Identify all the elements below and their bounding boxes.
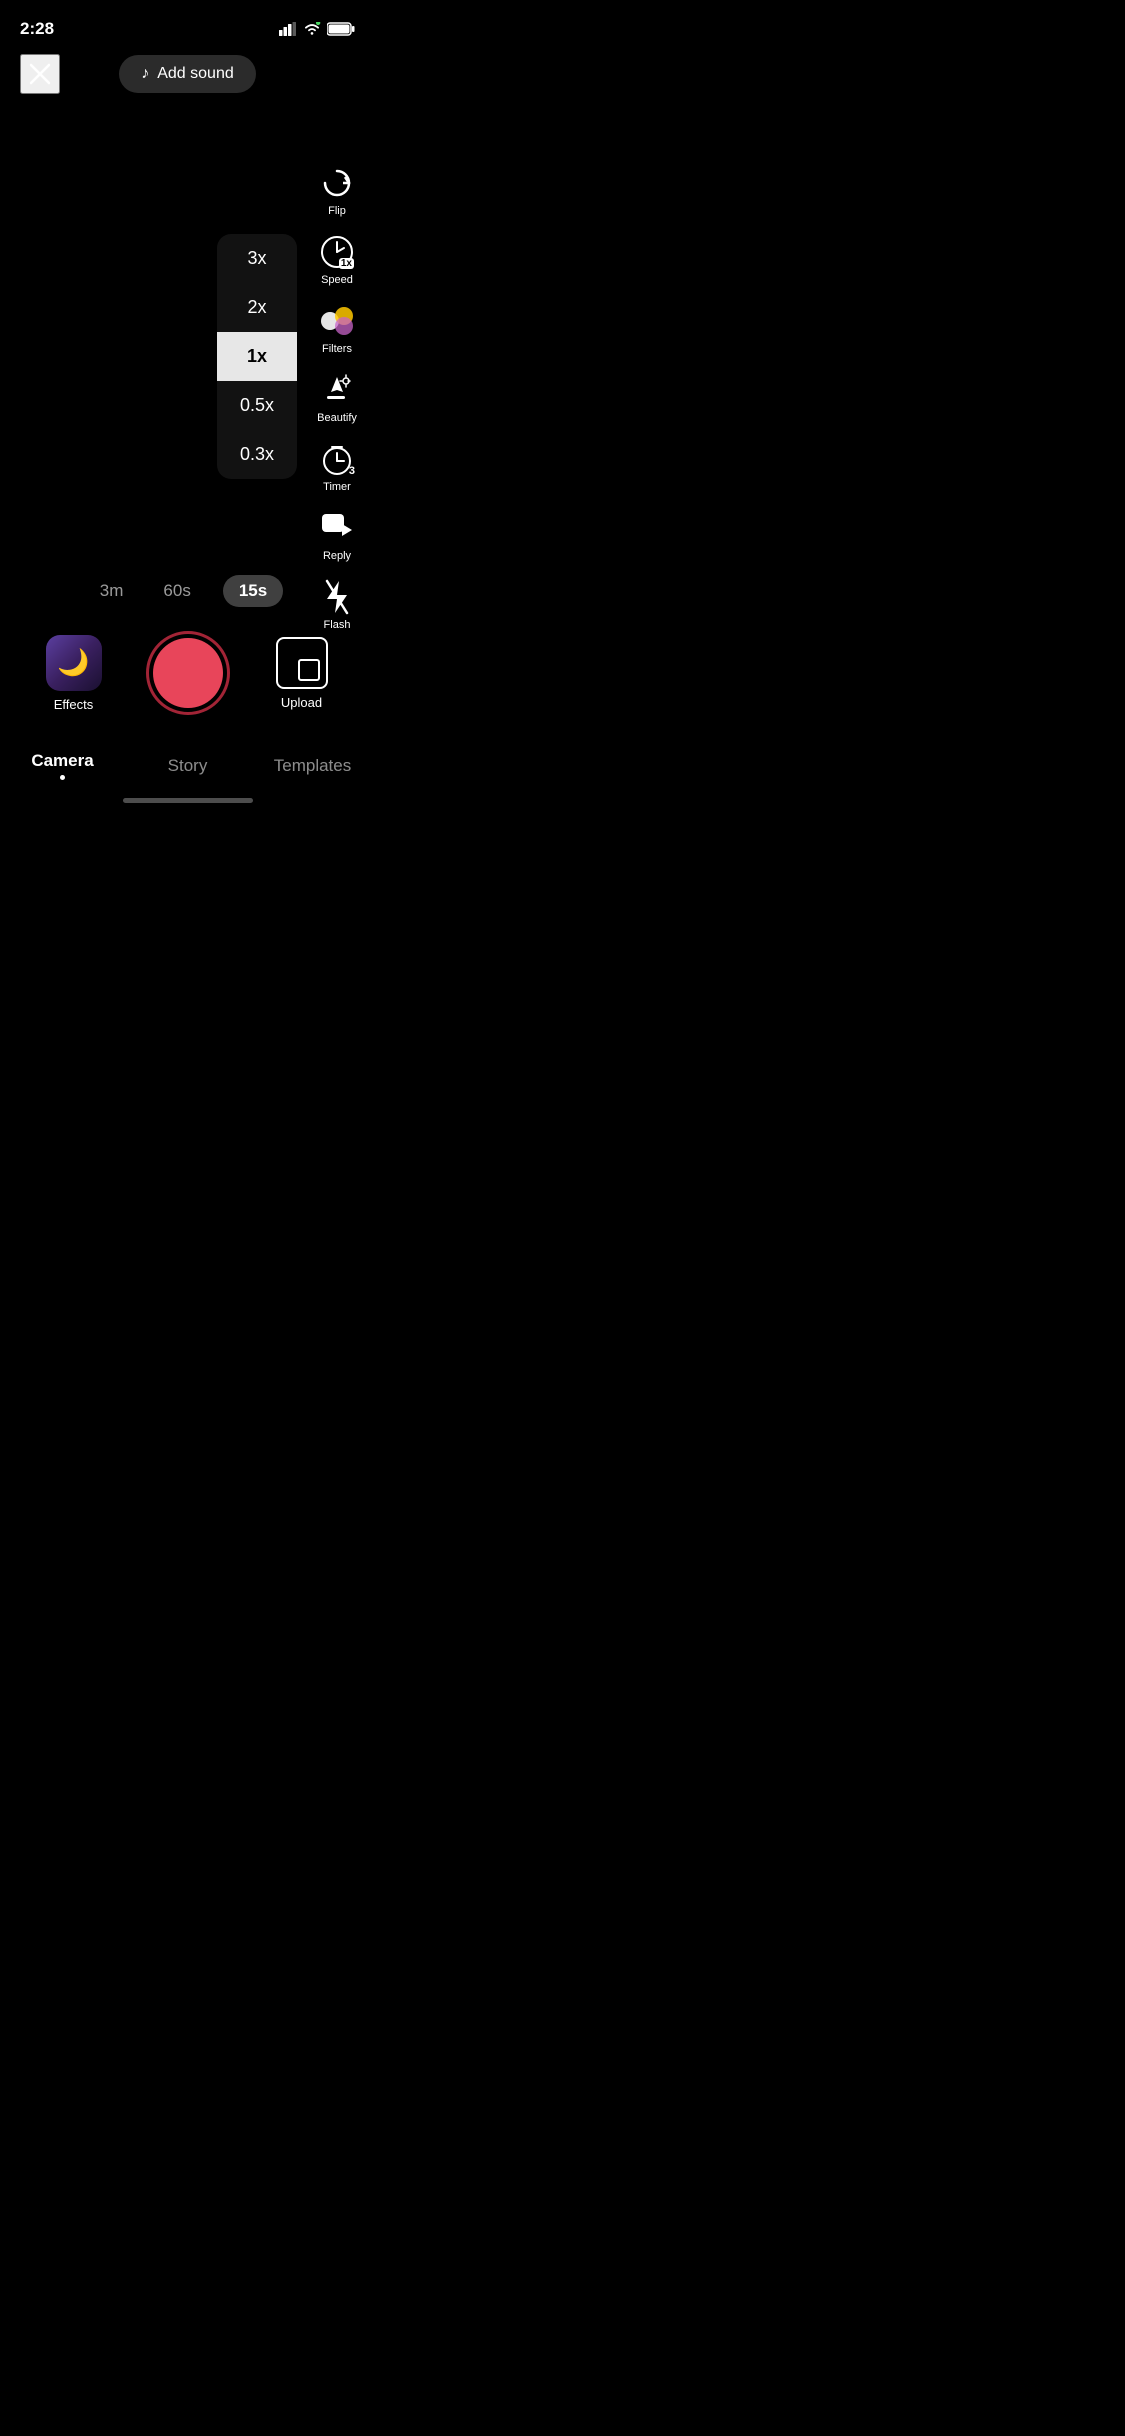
close-button[interactable] (20, 54, 60, 94)
controls-row: 🌙 Effects Upload (0, 621, 375, 735)
filters-label: Filters (322, 343, 352, 355)
tab-templates-label: Templates (274, 756, 351, 775)
top-bar: ♪ Add sound (0, 44, 375, 104)
effects-icon: 🌙 (46, 635, 102, 691)
timer-label: Timer (323, 481, 351, 493)
speed-icon: 1x (318, 233, 356, 271)
speed-selector: 3x 2x 1x 0.5x 0.3x (217, 234, 297, 479)
record-outer-ring (146, 631, 230, 715)
upload-button[interactable]: Upload (267, 637, 337, 710)
record-inner-circle (153, 638, 223, 708)
tab-camera-label: Camera (31, 751, 93, 770)
tab-story[interactable]: Story (125, 752, 250, 780)
upload-icon (276, 637, 328, 689)
tab-active-dot (60, 775, 65, 780)
speed-label: Speed (321, 274, 353, 286)
sidebar-item-beautify[interactable]: Beautify (311, 365, 363, 430)
wifi-icon (303, 22, 321, 36)
duration-3m[interactable]: 3m (92, 577, 132, 605)
duration-60s[interactable]: 60s (155, 577, 198, 605)
speed-option-03x[interactable]: 0.3x (217, 430, 297, 479)
add-sound-label: Add sound (157, 65, 234, 83)
tab-templates[interactable]: Templates (250, 752, 375, 780)
record-button[interactable] (146, 631, 230, 715)
sidebar-item-filters[interactable]: Filters (311, 296, 363, 361)
filters-icon (318, 302, 356, 340)
status-icons (279, 22, 355, 36)
sidebar-item-speed[interactable]: 1x Speed (311, 227, 363, 292)
beautify-icon (318, 371, 356, 409)
home-indicator (0, 792, 375, 812)
upload-inner-box (298, 659, 320, 681)
beautify-label: Beautify (317, 412, 357, 424)
upload-label: Upload (281, 695, 322, 710)
effects-button[interactable]: 🌙 Effects (39, 635, 109, 712)
duration-row: 3m 60s 15s (0, 565, 375, 621)
music-note-icon: ♪ (141, 65, 149, 83)
tab-bar: Camera Story Templates (0, 735, 375, 792)
reply-icon (318, 509, 356, 547)
tab-camera[interactable]: Camera (0, 747, 125, 784)
effects-label: Effects (54, 697, 94, 712)
timer-icon: 3 (318, 440, 356, 478)
bottom-section: 3m 60s 15s 🌙 Effects Upload Camer (0, 565, 375, 812)
status-time: 2:28 (20, 19, 54, 39)
duration-15s[interactable]: 15s (223, 575, 283, 607)
sidebar-item-flip[interactable]: Flip (311, 158, 363, 223)
sidebar-item-timer[interactable]: 3 Timer (311, 434, 363, 499)
sidebar-item-reply[interactable]: Reply (311, 503, 363, 568)
status-bar: 2:28 (0, 0, 375, 44)
home-bar (123, 798, 253, 803)
speed-option-1x[interactable]: 1x (217, 332, 297, 381)
flip-icon (318, 164, 356, 202)
flip-label: Flip (328, 205, 346, 217)
battery-icon (327, 22, 355, 36)
signal-icon (279, 22, 297, 36)
tab-story-label: Story (168, 756, 208, 775)
speed-option-3x[interactable]: 3x (217, 234, 297, 283)
reply-label: Reply (323, 550, 351, 562)
speed-option-05x[interactable]: 0.5x (217, 381, 297, 430)
speed-option-2x[interactable]: 2x (217, 283, 297, 332)
add-sound-button[interactable]: ♪ Add sound (119, 55, 256, 93)
